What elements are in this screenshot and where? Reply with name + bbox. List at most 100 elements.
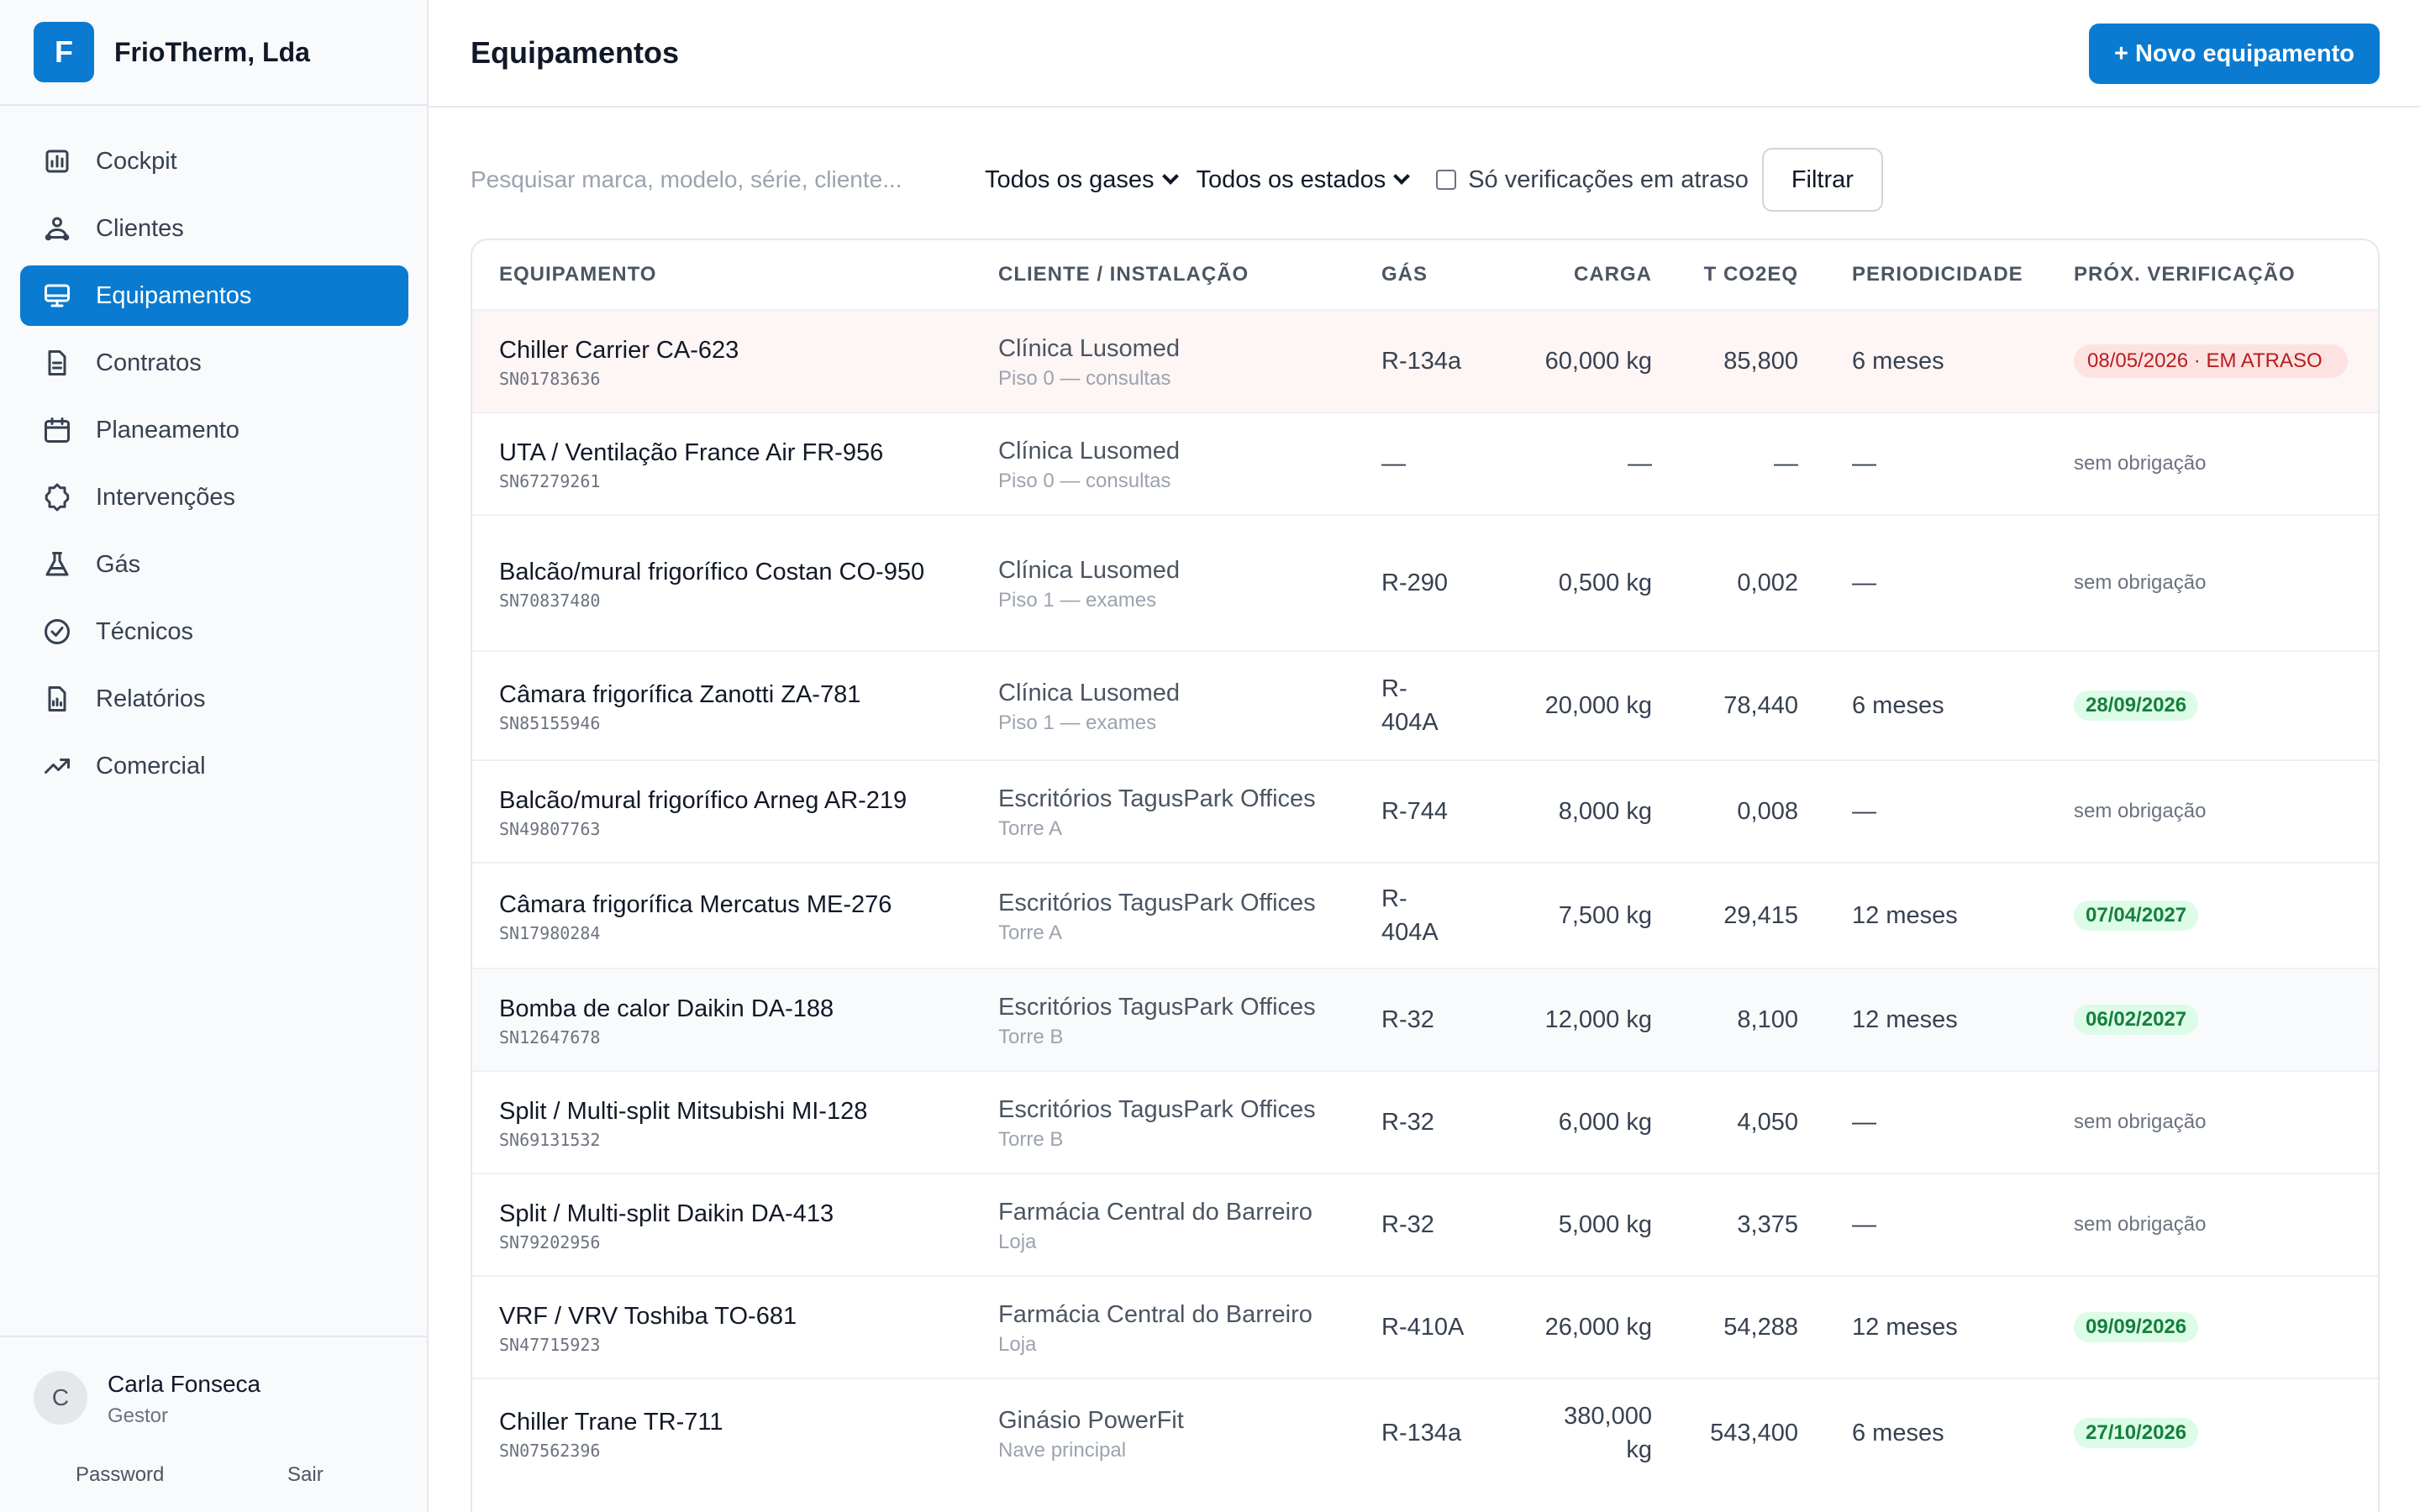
users-icon — [40, 212, 74, 245]
charge-cell: — — [1472, 413, 1652, 514]
column-header[interactable]: CLIENTE / INSTALAÇÃO — [998, 240, 1351, 309]
co2-value: 0,002 — [1737, 570, 1798, 596]
next-check-cell: sem obrigação — [2074, 1174, 2360, 1275]
new-equipment-button[interactable]: + Novo equipamento — [2089, 24, 2380, 84]
installation-name: Torre B — [998, 1026, 1064, 1048]
period-cell: — — [1852, 413, 2045, 514]
column-header[interactable]: GÁS — [1381, 240, 1465, 309]
gas-value: — — [1381, 450, 1406, 477]
column-header[interactable]: CARGA — [1472, 240, 1652, 309]
gas-value: R-32 — [1381, 1109, 1434, 1136]
equipment-name[interactable]: Chiller Carrier CA-623 — [499, 333, 739, 367]
sidebar-item-tecnicos[interactable]: Técnicos — [20, 601, 408, 662]
column-header[interactable]: T CO2EQ — [1665, 240, 1798, 309]
chevron-down-icon — [1161, 168, 1179, 185]
column-header[interactable]: PRÓX. VERIFICAÇÃO — [2074, 240, 2360, 309]
client-name: Escritórios TagusPark Offices — [998, 890, 1316, 916]
check-circle-icon — [40, 615, 74, 648]
gas-value: R-744 — [1381, 798, 1448, 825]
logout-link[interactable]: Sair — [287, 1463, 324, 1487]
equipment-name[interactable]: Câmara frigorífica Zanotti ZA-781 — [499, 678, 860, 711]
sidebar-item-label: Gás — [96, 550, 141, 578]
table-row[interactable]: Split / Multi-split Mitsubishi MI-128 SN6… — [472, 1070, 2378, 1173]
client-cell: Escritórios TagusPark Offices Torre B — [998, 969, 1351, 1070]
gear-icon — [40, 480, 74, 514]
no-obligation-text: sem obrigação — [2074, 800, 2207, 822]
password-link[interactable]: Password — [76, 1463, 164, 1487]
sidebar-item-contratos[interactable]: Contratos — [20, 333, 408, 393]
next-check-cell: sem obrigação — [2074, 413, 2360, 514]
gas-value: R- 404A — [1381, 675, 1439, 736]
period-value: — — [1852, 1211, 1876, 1238]
equipment-cell: Balcão/mural frigorífico Arneg AR-219 SN4… — [499, 761, 953, 862]
table-row[interactable]: Balcão/mural frigorífico Arneg AR-219 SN4… — [472, 759, 2378, 862]
overdue-label[interactable]: Só verificações em atraso — [1468, 166, 1749, 194]
gas-select[interactable]: Todos os gases — [985, 166, 1179, 194]
gas-cell: R-134a — [1381, 1379, 1465, 1487]
co2-value: 4,050 — [1737, 1109, 1798, 1136]
co2-value: 54,288 — [1723, 1314, 1798, 1341]
table-row[interactable]: Bomba de calor Daikin DA-188 SN12647678 Es… — [472, 968, 2378, 1070]
equipment-cell: Chiller Trane TR-711 SN07562396 — [499, 1379, 953, 1487]
equipment-serial: SN01783636 — [499, 369, 601, 389]
client-name: Farmácia Central do Barreiro — [998, 1199, 1313, 1226]
sidebar-item-relatorios[interactable]: Relatórios — [20, 669, 408, 729]
period-cell: 6 meses — [1852, 652, 2045, 759]
column-header[interactable]: PERIODICIDADE — [1852, 240, 2045, 309]
equipment-cell: Câmara frigorífica Mercatus ME-276 SN1798… — [499, 864, 953, 968]
table-row[interactable]: Câmara frigorífica Mercatus ME-276 SN1798… — [472, 862, 2378, 968]
sidebar-item-comercial[interactable]: Comercial — [20, 736, 408, 796]
no-obligation-text: sem obrigação — [2074, 452, 2207, 475]
status-badge-ok: 28/09/2026 — [2074, 690, 2199, 721]
co2-cell: 543,400 — [1665, 1379, 1798, 1487]
installation-name: Piso 1 — exames — [998, 711, 1157, 734]
table-row[interactable]: Chiller Trane TR-711 SN07562396 Ginásio Po… — [472, 1378, 2378, 1487]
co2-cell: 0,002 — [1665, 516, 1798, 650]
avatar[interactable]: C — [34, 1371, 87, 1425]
table-row[interactable]: Balcão/mural frigorífico Costan CO-950 SN… — [472, 514, 2378, 650]
equipment-serial: SN17980284 — [499, 923, 601, 943]
sidebar-item-equipamentos[interactable]: Equipamentos — [20, 265, 408, 326]
sidebar-item-clientes[interactable]: Clientes — [20, 198, 408, 259]
table-row[interactable]: UTA / Ventilação France Air FR-956 SN6727… — [472, 412, 2378, 514]
equipment-name[interactable]: Câmara frigorífica Mercatus ME-276 — [499, 888, 892, 921]
column-header[interactable]: EQUIPAMENTO — [499, 240, 953, 309]
sidebar-item-intervencoes[interactable]: Intervenções — [20, 467, 408, 528]
installation-name: Torre A — [998, 921, 1063, 944]
equipment-name[interactable]: Split / Multi-split Mitsubishi MI-128 — [499, 1095, 867, 1128]
state-select[interactable]: Todos os estados — [1197, 166, 1411, 194]
equipment-name[interactable]: Split / Multi-split Daikin DA-413 — [499, 1197, 834, 1231]
equipment-name[interactable]: Balcão/mural frigorífico Arneg AR-219 — [499, 784, 907, 817]
table-row[interactable]: Câmara frigorífica Zanotti ZA-781 SN85155… — [472, 650, 2378, 759]
bar-chart-icon — [40, 144, 74, 178]
sidebar-item-label: Cockpit — [96, 147, 177, 175]
search-input[interactable] — [471, 156, 955, 203]
co2-value: 78,440 — [1723, 692, 1798, 719]
equipment-name[interactable]: Balcão/mural frigorífico Costan CO-950 — [499, 555, 924, 589]
equipment-name[interactable]: Bomba de calor Daikin DA-188 — [499, 992, 834, 1026]
gas-cell: R-134a — [1381, 311, 1465, 412]
table-row[interactable]: Chiller Carrier CA-623 SN01783636 Clínica … — [472, 309, 2378, 412]
equipment-name[interactable]: VRF / VRV Toshiba TO-681 — [499, 1299, 797, 1333]
co2-cell: 78,440 — [1665, 652, 1798, 759]
client-name: Clínica Lusomed — [998, 680, 1180, 706]
period-cell: — — [1852, 516, 2045, 650]
filter-button[interactable]: Filtrar — [1761, 148, 1883, 212]
charge-value: 380,000 kg — [1564, 1403, 1652, 1463]
table-row[interactable]: Split / Multi-split Daikin DA-413 SN79202… — [472, 1173, 2378, 1275]
status-badge-ok: 07/04/2027 — [2074, 900, 2199, 931]
client-cell: Ginásio PowerFit Nave principal — [998, 1379, 1351, 1487]
gas-cell: R-32 — [1381, 1174, 1465, 1275]
sidebar-item-gas[interactable]: Gás — [20, 534, 408, 595]
equipment-name[interactable]: UTA / Ventilação France Air FR-956 — [499, 436, 883, 470]
equipment-name[interactable]: Chiller Trane TR-711 — [499, 1405, 723, 1439]
sidebar-item-cockpit[interactable]: Cockpit — [20, 131, 408, 192]
table-row[interactable]: VRF / VRV Toshiba TO-681 SN47715923 Farmác… — [472, 1275, 2378, 1378]
sidebar-item-label: Relatórios — [96, 685, 206, 712]
file-icon — [40, 346, 74, 380]
calendar-icon — [40, 413, 74, 447]
equipment-serial: SN47715923 — [499, 1335, 601, 1355]
sidebar-item-planeamento[interactable]: Planeamento — [20, 400, 408, 460]
overdue-checkbox[interactable] — [1436, 170, 1457, 190]
co2-cell: — — [1665, 413, 1798, 514]
